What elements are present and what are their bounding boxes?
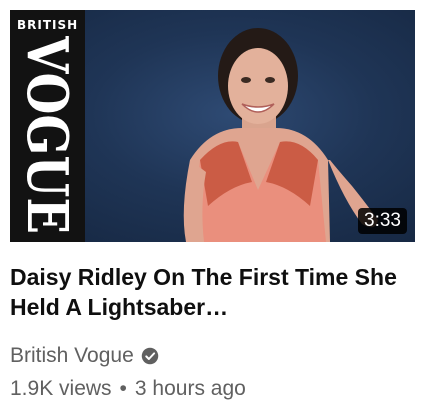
brand-strip: BRITISH VOGUE — [10, 10, 85, 242]
video-metadata: 1.9K views • 3 hours ago — [10, 375, 246, 403]
video-thumbnail[interactable]: BRITISH VOGUE 3:33 — [10, 10, 415, 242]
channel-link[interactable]: British Vogue — [10, 342, 159, 370]
upload-age: 3 hours ago — [134, 377, 246, 400]
view-count: 1.9K views — [10, 377, 112, 400]
video-card: BRITISH VOGUE 3:33 Daisy Ridley On The F… — [0, 0, 425, 417]
metadata-separator: • — [119, 377, 127, 400]
channel-name: British Vogue — [10, 344, 134, 367]
vogue-logo: VOGUE — [16, 36, 78, 236]
verified-check-icon — [141, 347, 159, 365]
duration-badge: 3:33 — [358, 208, 407, 234]
brand-british-text: BRITISH — [17, 18, 79, 32]
vogue-logo-text: VOGUE — [16, 36, 78, 234]
video-title[interactable]: Daisy Ridley On The First Time She Held … — [10, 262, 410, 322]
